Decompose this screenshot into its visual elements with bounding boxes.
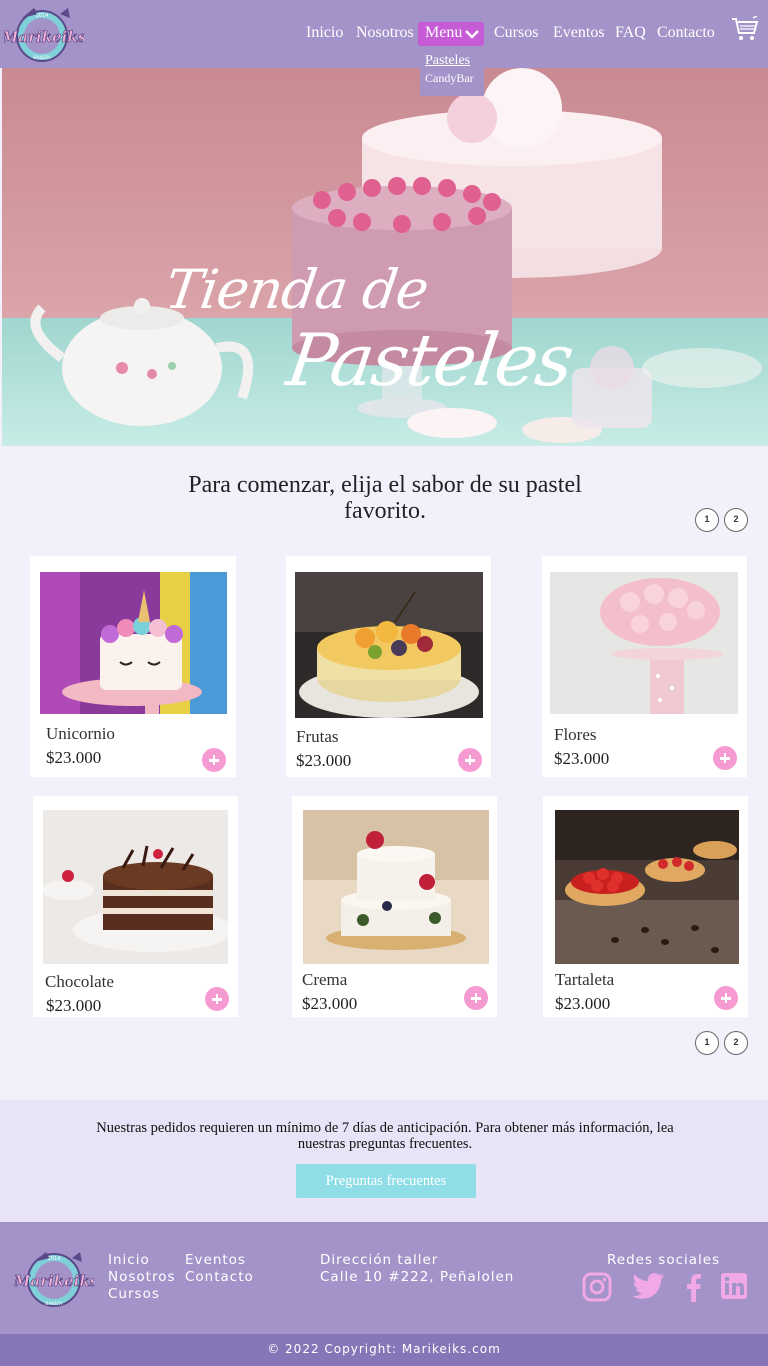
- product-price: $23.000: [296, 751, 352, 770]
- dropdown-item-candybar[interactable]: CandyBar: [425, 71, 484, 86]
- product-price: $23.000: [46, 748, 102, 767]
- chevron-down-icon: [465, 30, 479, 39]
- faq-button[interactable]: Preguntas frecuentes: [296, 1164, 476, 1198]
- page-button-2-top[interactable]: 2: [724, 508, 748, 532]
- product-name: Unicornio: [46, 724, 115, 743]
- add-to-cart-button[interactable]: [464, 986, 488, 1010]
- footer-address-title: Dirección taller: [320, 1252, 439, 1268]
- instagram-icon[interactable]: [582, 1272, 612, 1302]
- add-to-cart-button[interactable]: [458, 748, 482, 772]
- product-card-frutas[interactable]: Frutas $23.000: [286, 556, 491, 777]
- hero-title-line1: Tienda de: [161, 258, 432, 321]
- twitter-icon[interactable]: [633, 1272, 665, 1300]
- product-card-chocolate[interactable]: Chocolate $23.000: [33, 796, 238, 1017]
- menu-dropdown: Pasteles CandyBar: [420, 50, 484, 96]
- product-card-flores[interactable]: Flores $23.000: [542, 556, 747, 777]
- page-button-1-bottom[interactable]: 1: [695, 1031, 719, 1055]
- nav-link-menu: Menu: [425, 24, 463, 41]
- product-image-unicornio: [40, 572, 227, 714]
- product-price: $23.000: [555, 994, 611, 1013]
- product-card-crema[interactable]: Crema $23.000: [292, 796, 497, 1017]
- add-to-cart-button[interactable]: [205, 987, 229, 1011]
- svg-text:2014: 2014: [36, 13, 49, 19]
- footer-logo[interactable]: Marikeiks 2014 BAKERY: [14, 1248, 94, 1310]
- facebook-icon[interactable]: [684, 1272, 702, 1302]
- footer-link-cursos[interactable]: Cursos: [108, 1286, 160, 1302]
- product-name: Crema: [302, 970, 348, 989]
- nav-link-eventos[interactable]: Eventos: [553, 24, 605, 42]
- product-price: $23.000: [554, 749, 610, 768]
- nav-menu-dropdown-button[interactable]: Menu: [418, 22, 484, 46]
- add-to-cart-button[interactable]: [202, 748, 226, 772]
- nav-link-cursos[interactable]: Cursos: [494, 24, 538, 42]
- product-name: Frutas: [296, 727, 339, 746]
- add-to-cart-button[interactable]: [713, 746, 737, 770]
- product-price: $23.000: [46, 996, 102, 1015]
- linkedin-icon[interactable]: [720, 1272, 748, 1300]
- footer-social-title: Redes sociales: [607, 1252, 721, 1268]
- nav-link-faq[interactable]: FAQ: [615, 24, 646, 42]
- footer-link-nosotros[interactable]: Nosotros: [108, 1269, 176, 1285]
- add-to-cart-button[interactable]: [714, 986, 738, 1010]
- nav-link-nosotros[interactable]: Nosotros: [356, 24, 414, 42]
- brand-logo[interactable]: Marikeiks 2014 BAKERY: [4, 4, 84, 64]
- copyright-text: © 2022 Copyright: Marikeiks.com: [267, 1342, 501, 1356]
- product-image-tartaleta: [555, 810, 739, 964]
- dropdown-item-pasteles[interactable]: Pasteles: [425, 53, 484, 69]
- product-image-chocolate: [43, 810, 228, 964]
- product-card-unicornio[interactable]: Unicornio $23.000: [30, 556, 236, 777]
- hero-title-line2: Pasteles: [282, 318, 578, 402]
- svg-text:Marikeiks: Marikeiks: [14, 1272, 94, 1290]
- footer: Marikeiks 2014 BAKERY Inicio Nosotros Cu…: [0, 1222, 768, 1366]
- footer-link-inicio[interactable]: Inicio: [108, 1252, 150, 1268]
- page-button-2-bottom[interactable]: 2: [724, 1031, 748, 1055]
- product-card-tartaleta[interactable]: Tartaleta $23.000: [543, 796, 748, 1017]
- shopping-cart-icon[interactable]: [731, 16, 759, 42]
- svg-text:Marikeiks: Marikeiks: [4, 28, 84, 46]
- nav-link-contacto[interactable]: Contacto: [657, 24, 715, 42]
- product-image-flores: [550, 572, 738, 714]
- product-price: $23.000: [302, 994, 358, 1013]
- product-image-frutas: [295, 572, 483, 718]
- svg-text:2014: 2014: [48, 1256, 61, 1262]
- product-name: Flores: [554, 725, 597, 744]
- footer-link-eventos[interactable]: Eventos: [185, 1252, 246, 1268]
- svg-text:BAKERY: BAKERY: [33, 55, 51, 61]
- info-text: Nuestras pedidos requieren un mínimo de …: [96, 1120, 674, 1152]
- section-title: Para comenzar, elija el sabor de su past…: [188, 472, 582, 524]
- page-button-1-top[interactable]: 1: [695, 508, 719, 532]
- nav-link-inicio[interactable]: Inicio: [306, 24, 343, 42]
- footer-link-contacto[interactable]: Contacto: [185, 1269, 254, 1285]
- product-name: Tartaleta: [555, 970, 615, 989]
- product-image-crema: [303, 810, 489, 964]
- product-name: Chocolate: [45, 972, 114, 991]
- svg-text:BAKERY: BAKERY: [45, 1301, 63, 1307]
- top-navbar: Marikeiks 2014 BAKERY Inicio Nosotros Me…: [0, 0, 768, 68]
- info-banner: Nuestras pedidos requieren un mínimo de …: [0, 1100, 768, 1222]
- copyright-bar: © 2022 Copyright: Marikeiks.com: [0, 1334, 768, 1366]
- footer-address: Calle 10 #222, Peñalolen: [320, 1269, 515, 1285]
- hero-banner: Tienda de Pasteles: [2, 68, 768, 446]
